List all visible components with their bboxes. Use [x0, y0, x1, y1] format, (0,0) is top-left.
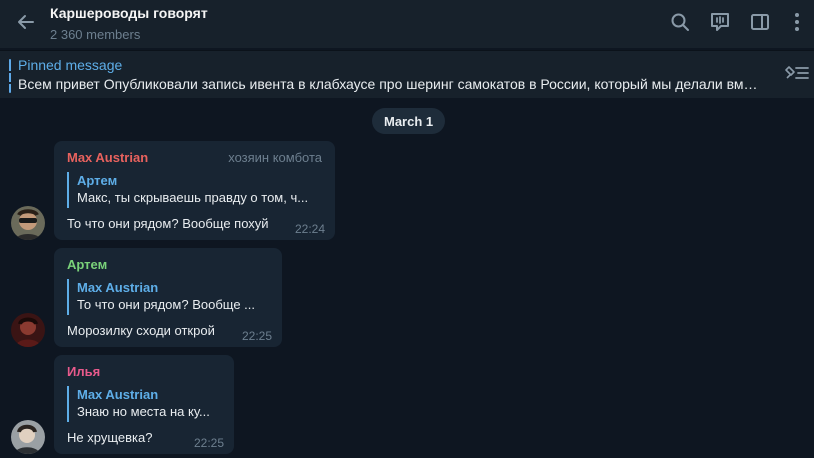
reply-quote[interactable]: Max Austrian То что они рядом? Вообще ..… [67, 279, 269, 315]
message-text: Не хрущевка? [67, 430, 153, 445]
reply-author: Max Austrian [77, 387, 159, 402]
message-bubble[interactable]: Илья Max Austrian Знаю но места на ку...… [54, 355, 234, 454]
pinned-text: Всем привет Опубликовали запись ивента в… [18, 76, 763, 92]
more-button[interactable] [780, 4, 814, 44]
message-bubble[interactable]: Max Austrian хозяин комбота Артем Макс, … [54, 141, 335, 240]
reply-author: Артем [77, 173, 118, 188]
sender-name[interactable]: Илья [67, 364, 100, 380]
reply-text: То что они рядом? Вообще ... [77, 297, 255, 312]
message-time: 22:25 [193, 436, 224, 450]
chat-title: Каршероводы говорят [50, 5, 208, 21]
more-vertical-icon [794, 12, 800, 37]
pinned-indicator-gap [9, 71, 11, 73]
member-role: хозяин комбота [228, 150, 322, 165]
reply-quote[interactable]: Артем Макс, ты скрываешь правду о том, ч… [67, 172, 329, 208]
pinned-label: Pinned message [18, 57, 123, 73]
sidebar-toggle-button[interactable] [740, 4, 780, 44]
sender-name[interactable]: Max Austrian [67, 150, 148, 166]
date-divider: March 1 [372, 108, 446, 134]
reply-quote[interactable]: Max Austrian Знаю но места на ку... [67, 386, 221, 422]
message-time: 22:25 [241, 329, 272, 343]
reply-text: Макс, ты скрываешь правду о том, ч... [77, 190, 309, 205]
pinned-indicator-gap [9, 82, 11, 84]
back-button[interactable] [2, 0, 50, 48]
search-button[interactable] [660, 4, 700, 44]
live-stream-button[interactable] [700, 4, 740, 44]
pinned-message-bar[interactable]: Pinned message Всем привет Опубликовали … [0, 50, 814, 98]
message-text: То что они рядом? Вообще похуй [67, 216, 269, 231]
reply-text: Знаю но места на ку... [77, 404, 210, 419]
message-time: 22:24 [294, 222, 325, 236]
sidebar-toggle-icon [750, 12, 770, 37]
search-icon [670, 12, 690, 37]
avatar[interactable] [11, 313, 45, 347]
chat-title-block[interactable]: Каршероводы говорят 2 360 members [50, 4, 208, 44]
member-count: 2 360 members [50, 27, 141, 42]
avatar[interactable] [11, 206, 45, 240]
pinned-indicator [9, 59, 11, 93]
reply-author: Max Austrian [77, 280, 159, 295]
avatar[interactable] [11, 420, 45, 454]
pin-list-icon [783, 64, 809, 87]
message-text: Морозилку сходи открой [67, 323, 215, 338]
message-bubble[interactable]: Артем Max Austrian То что они рядом? Воо… [54, 248, 282, 347]
header-actions [660, 0, 814, 48]
chat-header: Каршероводы говорят 2 360 members [0, 0, 814, 48]
arrow-left-icon [16, 12, 36, 37]
pinned-list-button[interactable] [782, 63, 810, 87]
live-stream-icon [709, 11, 731, 38]
sender-name[interactable]: Артем [67, 257, 107, 273]
